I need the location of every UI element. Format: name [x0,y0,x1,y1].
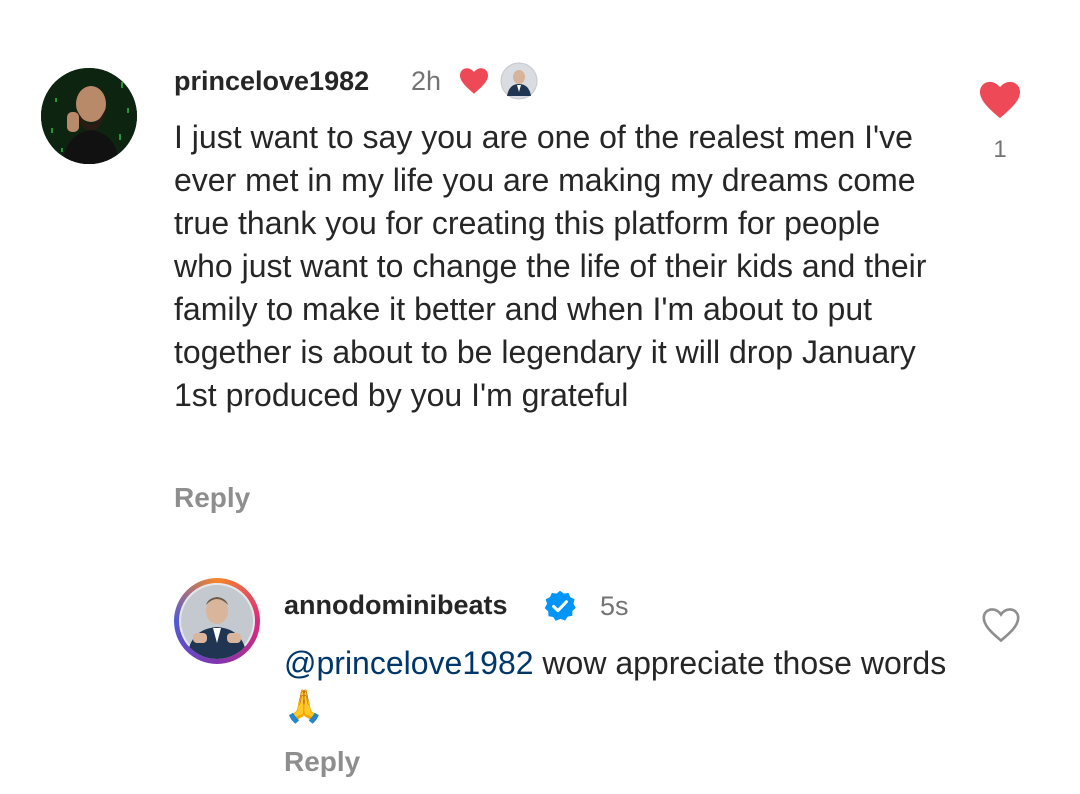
like-heart-outline-icon[interactable] [981,607,1021,643]
reply-button[interactable]: Reply [284,746,360,778]
reply-username[interactable]: annodominibeats [284,590,508,621]
avatar[interactable] [41,68,137,164]
creator-avatar-icon [500,62,538,100]
reply-timestamp: 5s [600,591,629,621]
avatar-image [179,583,255,659]
comment-text: I just want to say you are one of the re… [174,119,927,413]
reply-text-content: wow appreciate those words [542,645,947,681]
creator-liked-heart-icon [458,67,490,95]
comment: princelove1982 2h I just want to say you… [0,0,1080,540]
mention-link[interactable]: @princelove1982 [284,645,534,681]
avatar[interactable] [179,583,255,659]
comment-timestamp: 2h [411,66,442,96]
like-count: 1 [993,136,1007,163]
like-heart-icon[interactable] [977,80,1023,120]
comment-username[interactable]: princelove1982 [174,66,369,97]
avatar-image [41,68,137,164]
verified-badge-icon [543,589,577,623]
reply-text: @princelove1982 wow appreciate those wor… [284,642,964,728]
reply-button[interactable]: Reply [174,482,250,514]
praying-hands-icon: 🙏 [284,688,324,724]
